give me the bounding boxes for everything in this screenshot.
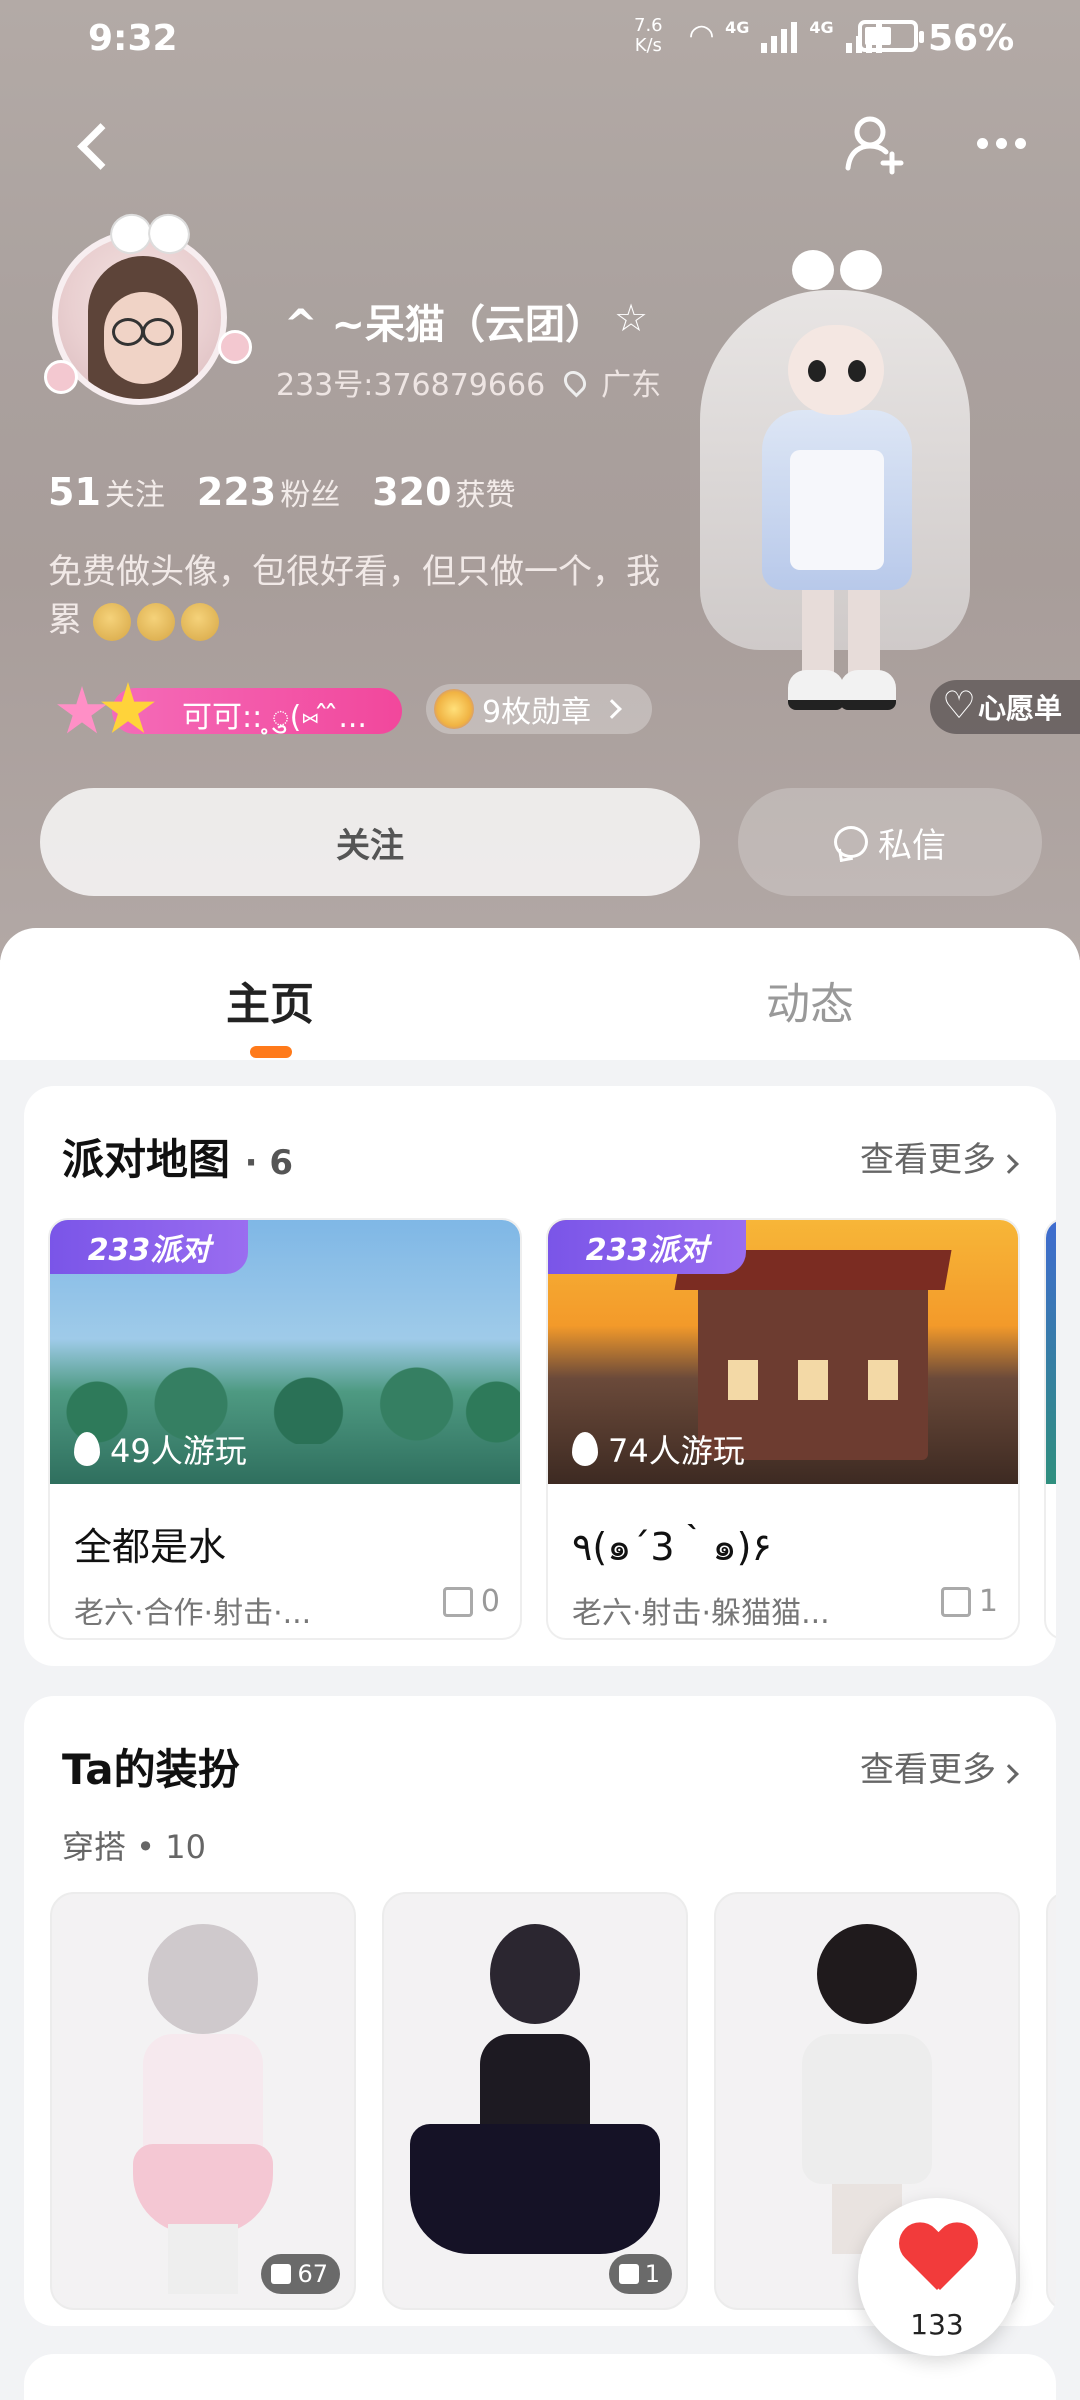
battery-percent: 56% [928, 18, 1015, 59]
user-id: 233号:376879666 [276, 368, 546, 403]
chevron-right-icon [999, 1764, 1019, 1784]
outfit-count: 穿搭 • 10 [62, 1828, 206, 1866]
signal-1-icon [761, 19, 798, 53]
thumb-up-icon [618, 2264, 639, 2284]
flame-icon [74, 1432, 100, 1466]
emoji-icons [92, 602, 219, 641]
heart-icon [898, 2224, 976, 2296]
status-bar: 9:32 7.6 K/s ◠ 4G 4G 56% [0, 0, 1080, 80]
location-icon [559, 366, 591, 398]
medals-button[interactable]: 9枚勋章 [426, 684, 652, 734]
medal-icon [434, 689, 474, 729]
profile-stats: 51 关注 223 粉丝 320 获赞 [48, 470, 516, 514]
star-icon[interactable]: ☆ [614, 296, 648, 340]
tab-home[interactable]: 主页 [226, 968, 314, 1032]
location: 广东 [601, 368, 662, 403]
paw-decoration [44, 360, 78, 394]
stat-following[interactable]: 51 关注 [48, 470, 165, 514]
player-count: 74人游玩 [572, 1426, 745, 1472]
heart-icon [942, 683, 976, 727]
outfit-card[interactable] [1046, 1892, 1056, 2310]
profile-tabs: 主页 动态 [0, 928, 1080, 1060]
chevron-right-icon [999, 1154, 1019, 1174]
chevron-right-icon [602, 699, 622, 719]
party-maps-section: 派对地图 · 6 查看更多 233派对 49人游玩 全都是水 老六·合作·射击·… [24, 1086, 1056, 1666]
signal-icons: ◠ 4G 4G [690, 18, 882, 53]
section-title: Ta的装扮 [62, 1745, 240, 1794]
tab-feed[interactable]: 动态 [766, 968, 854, 1032]
chat-icon [834, 826, 868, 858]
bio: 免费做头像，包很好看，但只做一个，我累 [48, 552, 660, 641]
outfit-card[interactable]: 1 [382, 1892, 688, 2310]
user-id-row: 233号:376879666 广东 [276, 360, 661, 404]
flame-icon [572, 1432, 598, 1466]
map-likes[interactable]: 0 [442, 1584, 500, 1619]
battery-level [865, 27, 891, 45]
section-title: 派对地图 · 6 [62, 1135, 294, 1184]
thumb-up-icon [940, 1586, 971, 1617]
party-badge: 233派对 [50, 1220, 248, 1274]
next-section [24, 2354, 1056, 2400]
battery-icon [858, 20, 924, 52]
add-friend-icon[interactable] [840, 108, 910, 178]
map-name: ٩(๑´3｀๑)۶ [572, 1525, 772, 1569]
outfit-card[interactable]: 67 [50, 1892, 356, 2310]
stat-likes[interactable]: 320 获赞 [372, 470, 515, 514]
like-count: 133 [910, 2308, 964, 2341]
wifi-icon: ◠ [690, 18, 714, 53]
sim1-label: 4G [725, 18, 750, 37]
bow-decoration [110, 210, 190, 258]
view-more-link[interactable]: 查看更多 [860, 1132, 1019, 1181]
outfit-likes: 1 [608, 2254, 672, 2294]
avatar[interactable] [40, 210, 252, 420]
party-badge: 233派对 [548, 1220, 746, 1274]
star-badge-icon [52, 680, 162, 740]
paw-decoration [218, 330, 252, 364]
map-tags: 老六·射击·躲猫猫... [572, 1596, 830, 1631]
message-button[interactable]: 私信 [738, 788, 1042, 896]
username: ^ ~呆猫（云团） [284, 302, 605, 348]
stat-followers[interactable]: 223 粉丝 [197, 470, 340, 514]
map-thumbnail [1046, 1220, 1056, 1484]
player-count: 49人游玩 [74, 1426, 247, 1472]
wishlist-button[interactable]: 心愿单 [930, 680, 1080, 734]
view-more-link[interactable]: 查看更多 [860, 1742, 1019, 1791]
avatar-3d-figure[interactable] [680, 230, 980, 730]
fan-badge[interactable]: 可可:: ̥ु(⑅ ̂ ̂... [52, 680, 402, 736]
map-card[interactable] [1044, 1218, 1056, 1640]
status-time: 9:32 [88, 18, 178, 59]
map-tags: 老六·合作·射击·... [74, 1596, 312, 1631]
thumb-up-icon [271, 2264, 292, 2284]
sim2-label: 4G [809, 18, 834, 37]
map-likes[interactable]: 1 [940, 1584, 998, 1619]
like-button[interactable]: 133 [858, 2198, 1016, 2356]
back-icon[interactable] [70, 110, 130, 180]
thumb-up-icon [442, 1586, 473, 1617]
more-icon[interactable] [966, 108, 1036, 178]
tab-indicator [250, 1046, 292, 1058]
network-speed: 7.6 K/s [634, 15, 663, 56]
map-name: 全都是水 [74, 1525, 227, 1569]
outfit-likes: 67 [261, 2254, 340, 2294]
follow-button[interactable]: 关注 [40, 788, 700, 896]
map-card[interactable]: 233派对 49人游玩 全都是水 老六·合作·射击·... 0 [48, 1218, 522, 1640]
map-card[interactable]: 233派对 74人游玩 ٩(๑´3｀๑)۶ 老六·射击·躲猫猫... 1 [546, 1218, 1020, 1640]
